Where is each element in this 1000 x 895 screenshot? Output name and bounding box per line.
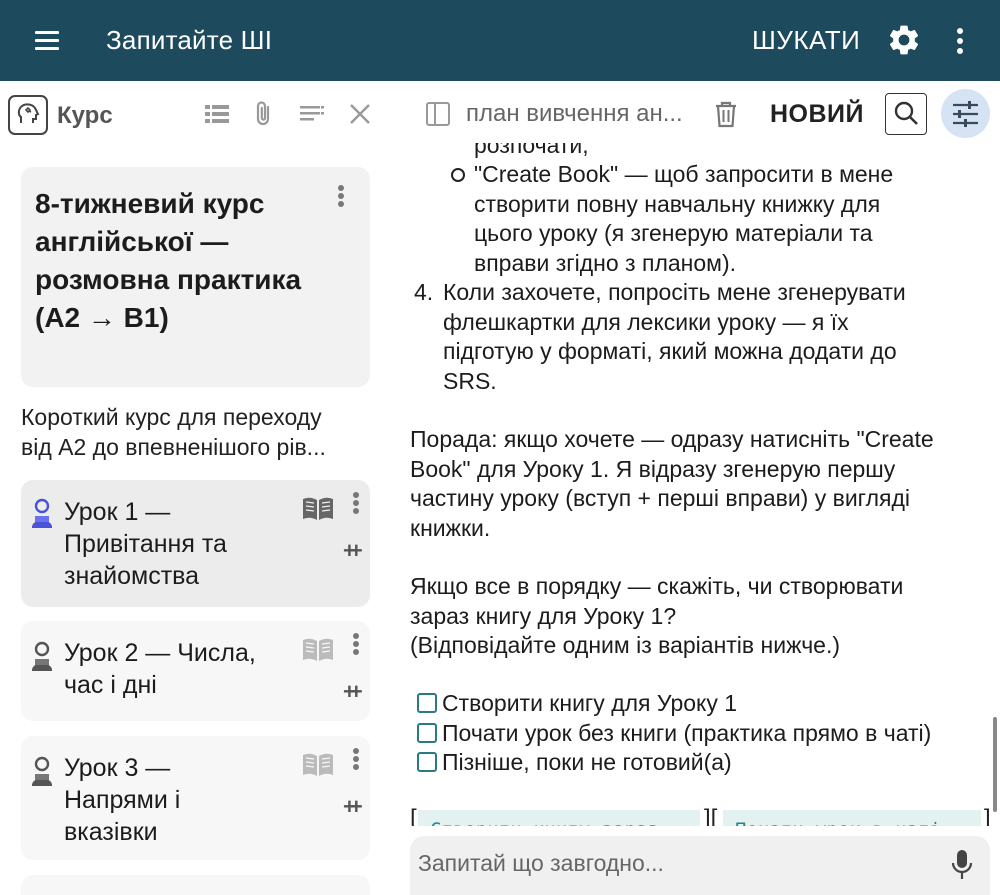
course-label: Курс (57, 102, 113, 129)
add-plus-icon[interactable]: ++ (343, 679, 363, 705)
search-icon[interactable] (885, 93, 927, 135)
trash-icon[interactable] (714, 100, 738, 128)
message-line: SRS. (443, 368, 497, 394)
hamburger-menu-icon[interactable] (30, 24, 64, 58)
message-line: частину уроку (вступ + перші вправи) у в… (410, 485, 910, 511)
lesson-title: Урок 3 — Напрями і вказівки (64, 752, 284, 848)
message-line: "Create Book" — щоб запросити в мене (474, 161, 894, 187)
lesson-more-icon[interactable] (348, 748, 364, 774)
start-lesson-in-chat-button[interactable]: Почати урок в чаті (723, 810, 981, 826)
lesson-title-line: Урок 2 — Числа, (64, 639, 256, 667)
option-label: Створити книгу для Уроку 1 (442, 690, 738, 716)
student-avatar-icon (29, 498, 55, 528)
add-plus-icon[interactable]: ++ (343, 794, 363, 820)
message-line: Book" для Уроку 1. Я відразу згенерую пе… (410, 456, 896, 482)
course-panel: Курс 8-тижневий курс англійської — розмо… (0, 81, 392, 895)
chat-messages[interactable]: розпочати, "Create Book" — щоб запросити… (392, 81, 1000, 826)
checkbox-option-1[interactable] (417, 693, 437, 713)
book-icon[interactable] (301, 752, 335, 778)
lesson-item-2[interactable]: Урок 2 — Числа, час і дні ++ (21, 621, 370, 721)
chat-panel: розпочати, "Create Book" — щоб запросити… (392, 81, 1000, 895)
lesson-title-line: вказівки (64, 818, 158, 846)
message-line: Порада: якщо хочете — одразу натисніть "… (410, 426, 934, 452)
course-toolbar: Курс (0, 81, 392, 147)
list-icon[interactable] (203, 100, 231, 128)
bracket-glyph: ] (984, 805, 991, 826)
close-icon[interactable] (346, 100, 374, 128)
lesson-title: Урок 1 — Привітання та знайомства (64, 496, 284, 592)
message-line: зараз книгу для Уроку 1? (410, 603, 677, 629)
bracket-glyph: [ (410, 805, 417, 826)
course-description: Короткий курс для переходу від A2 до впе… (21, 402, 371, 462)
message-line: Коли захочете, попросіть мене згенеруват… (443, 279, 906, 305)
paperclip-icon[interactable] (250, 100, 278, 128)
message-line: підготую у форматі, який можна додати до (443, 338, 897, 364)
lesson-title: Урок 2 — Числа, час і дні (64, 637, 284, 701)
tune-settings-icon[interactable] (941, 89, 990, 138)
book-icon[interactable] (301, 637, 335, 663)
more-vertical-icon[interactable] (948, 24, 972, 58)
lesson-item-1[interactable]: Урок 1 — Привітання та знайомства ++ (21, 480, 370, 607)
sidebar-toggle-icon[interactable] (426, 102, 450, 126)
chat-scrollbar[interactable] (993, 717, 997, 812)
message-line: книжки. (410, 515, 491, 541)
course-card[interactable]: 8-тижневий курс англійської — розмовна п… (21, 167, 370, 387)
course-title: 8-тижневий курс англійської — розмовна п… (35, 188, 302, 333)
option-label: Пізніше, поки не готовий(а) (442, 749, 732, 775)
course-description-line: від A2 до впевненішого рів... (21, 434, 326, 460)
lesson-item-3[interactable]: Урок 3 — Напрями і вказівки ++ (21, 736, 370, 860)
lesson-more-icon[interactable] (348, 633, 364, 659)
bullet-circle-icon (451, 168, 465, 182)
lesson-more-icon[interactable] (348, 492, 364, 518)
book-icon[interactable] (301, 496, 335, 522)
message-line: цього уроку (я згенерую матеріали та (474, 220, 873, 246)
search-button[interactable]: ШУКАТИ (752, 25, 860, 56)
course-description-line: Короткий курс для переходу (21, 404, 322, 430)
chat-toolbar: план вивчення ан... НОВИЙ (392, 81, 1000, 143)
lesson-title-line: Урок 3 — (64, 754, 171, 782)
message-input[interactable] (418, 846, 928, 880)
course-more-icon[interactable] (333, 185, 349, 211)
course-brain-icon[interactable] (8, 95, 48, 135)
lesson-title-line: Напрями і (64, 786, 181, 814)
new-chat-button[interactable]: НОВИЙ (770, 100, 864, 129)
checkbox-option-2[interactable] (417, 723, 437, 743)
bracket-glyph: ][ (704, 805, 718, 826)
message-line: створити повну навчальну книжку для (474, 191, 881, 217)
message-composer (410, 836, 990, 895)
message-line: вправи згідно з планом). (474, 250, 737, 276)
message-line: (Відповідайте одним із варіантів нижче.) (410, 632, 841, 658)
add-plus-icon[interactable]: ++ (343, 538, 363, 564)
message-line: Якщо все в порядку — скажіть, чи створюв… (410, 573, 904, 599)
gear-icon[interactable] (886, 22, 922, 58)
student-avatar-icon (29, 641, 55, 671)
checkbox-option-3[interactable] (417, 752, 437, 772)
create-book-now-button[interactable]: Створити книгу зараз (418, 810, 700, 826)
lesson-title-line: Урок 1 — (64, 498, 171, 526)
chat-title[interactable]: план вивчення ан... (466, 100, 696, 128)
microphone-icon[interactable] (950, 848, 974, 882)
list-number: 4. (414, 279, 434, 305)
lesson-title-line: знайомства (64, 562, 200, 590)
playlist-icon[interactable] (298, 100, 326, 128)
option-label: Почати урок без книги (практика прямо в … (442, 720, 932, 746)
app-bar: Запитайте ШІ ШУКАТИ (0, 0, 1000, 81)
app-title: Запитайте ШІ (106, 25, 273, 55)
lesson-item-4[interactable] (21, 875, 370, 895)
lesson-title-line: Привітання та (64, 530, 227, 558)
student-avatar-icon (29, 756, 55, 786)
message-line: флешкартки для лексики уроку — я їх (443, 309, 849, 335)
lesson-title-line: час і дні (64, 671, 157, 699)
